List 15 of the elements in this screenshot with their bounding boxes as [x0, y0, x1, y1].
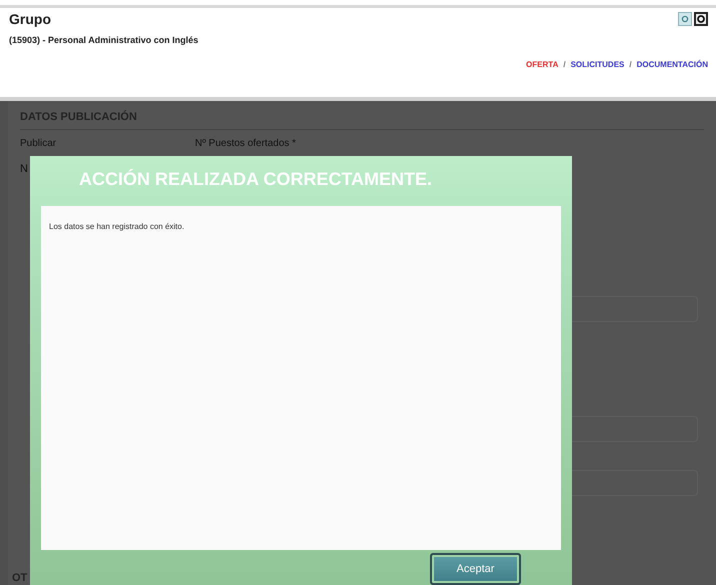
nav-separator: / [563, 60, 566, 69]
ring-icon[interactable] [694, 12, 708, 26]
field-label: Publicar [20, 138, 56, 149]
dialog-title: ACCIÓN REALIZADA CORRECTAMENTE. [78, 168, 433, 191]
info-icon[interactable] [678, 12, 692, 26]
field-value: N [20, 163, 28, 175]
accept-button[interactable]: Aceptar [430, 553, 521, 585]
group-subtitle: (15903) - Personal Administrativo con Inglés [9, 35, 198, 45]
nav-link[interactable]: DOCUMENTACIÓN [636, 60, 708, 69]
page-title: Grupo [9, 11, 51, 27]
field-label: Nº Puestos ofertados * [195, 138, 296, 149]
nav-separator: / [629, 60, 632, 69]
nav-link[interactable]: OFERTA [526, 60, 558, 69]
nav-link[interactable]: SOLICITUDES [570, 60, 624, 69]
dialog-message: Los datos se han registrado con éxito. [49, 222, 184, 231]
